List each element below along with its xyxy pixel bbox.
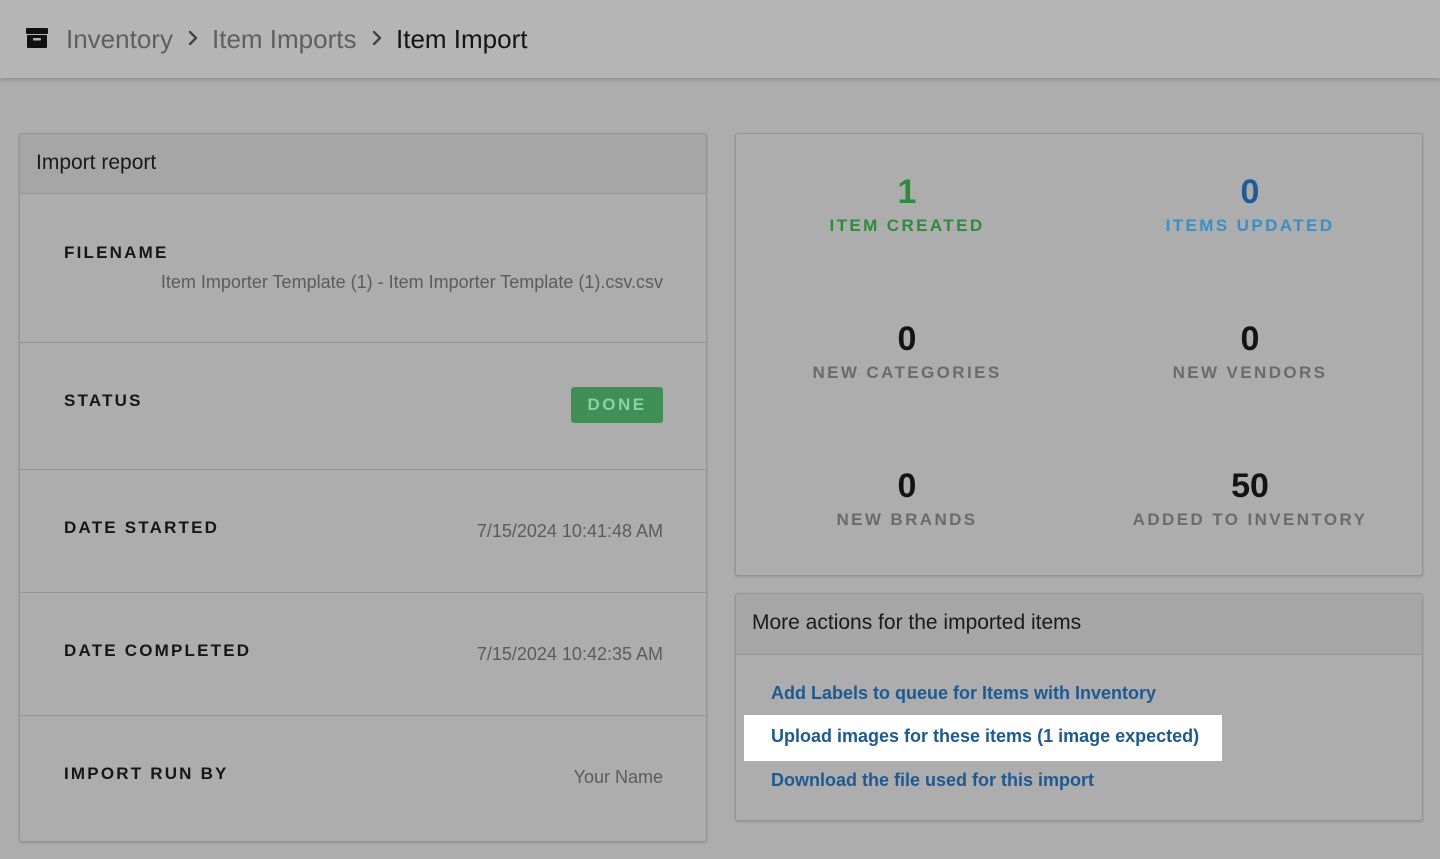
stat-label: ITEMS UPDATED <box>1165 216 1335 235</box>
import-stats-card: 1 ITEM CREATED 0 ITEMS UPDATED 0 NEW CAT… <box>735 133 1423 576</box>
import-run-by-label: IMPORT RUN BY <box>64 764 229 783</box>
stat-new-vendors: 0 NEW VENDORS <box>1080 319 1420 383</box>
stat-new-brands: 0 NEW BRANDS <box>737 466 1077 530</box>
date-completed-label: DATE COMPLETED <box>64 641 252 660</box>
date-started-row: DATE STARTED 7/15/2024 10:41:48 AM <box>20 470 706 593</box>
chevron-right-icon <box>372 30 382 46</box>
card-title: Import report <box>36 151 157 174</box>
stat-added-to-inventory: 50 ADDED TO INVENTORY <box>1080 466 1420 530</box>
status-label: STATUS <box>64 391 143 410</box>
stat-number: 0 <box>1240 320 1260 358</box>
import-run-by-value: Your Name <box>573 767 663 787</box>
stat-label: NEW BRANDS <box>836 510 978 529</box>
filename-label: FILENAME <box>64 243 169 262</box>
stat-number: 1 <box>897 173 917 211</box>
archive-box-icon <box>26 28 48 48</box>
date-completed-row: DATE COMPLETED 7/15/2024 10:42:35 AM <box>20 593 706 716</box>
stat-label: NEW CATEGORIES <box>812 363 1002 382</box>
breadcrumb-inventory[interactable]: Inventory <box>66 22 173 56</box>
date-started-value: 7/15/2024 10:41:48 AM <box>476 521 663 541</box>
more-actions-card: More actions for the imported items Add … <box>735 593 1423 821</box>
download-file-link[interactable]: Download the file used for this import <box>771 770 1094 791</box>
card-header: Import report <box>20 134 706 194</box>
status-badge: DONE <box>571 387 663 423</box>
status-row: STATUS DONE <box>20 343 706 470</box>
stat-new-categories: 0 NEW CATEGORIES <box>737 319 1077 383</box>
filename-row: FILENAME Item Importer Template (1) - It… <box>20 194 706 343</box>
card-title: More actions for the imported items <box>752 611 1082 634</box>
date-started-label: DATE STARTED <box>64 518 220 537</box>
filename-value: Item Importer Template (1) - Item Import… <box>160 272 663 292</box>
stat-number: 50 <box>1231 467 1269 505</box>
date-completed-value: 7/15/2024 10:42:35 AM <box>476 644 663 664</box>
card-header: More actions for the imported items <box>736 594 1422 655</box>
upload-images-link[interactable]: Upload images for these items (1 image e… <box>771 726 1199 747</box>
breadcrumb-item-imports[interactable]: Item Imports <box>212 22 356 56</box>
stat-label: ITEM CREATED <box>829 216 985 235</box>
add-labels-link[interactable]: Add Labels to queue for Items with Inven… <box>771 683 1156 704</box>
stat-number: 0 <box>1240 173 1260 211</box>
top-bar: Inventory Item Imports Item Import <box>0 0 1440 78</box>
import-run-by-row: IMPORT RUN BY Your Name <box>20 716 706 840</box>
import-report-card: Import report FILENAME Item Importer Tem… <box>19 133 707 842</box>
breadcrumb-current: Item Import <box>396 24 528 54</box>
stat-label: ADDED TO INVENTORY <box>1132 510 1368 529</box>
stat-items-updated: 0 ITEMS UPDATED <box>1080 172 1420 236</box>
stat-number: 0 <box>897 467 917 505</box>
stat-number: 0 <box>897 320 917 358</box>
stat-label: NEW VENDORS <box>1172 363 1328 382</box>
chevron-right-icon <box>188 30 198 46</box>
stat-items-created: 1 ITEM CREATED <box>737 172 1077 236</box>
